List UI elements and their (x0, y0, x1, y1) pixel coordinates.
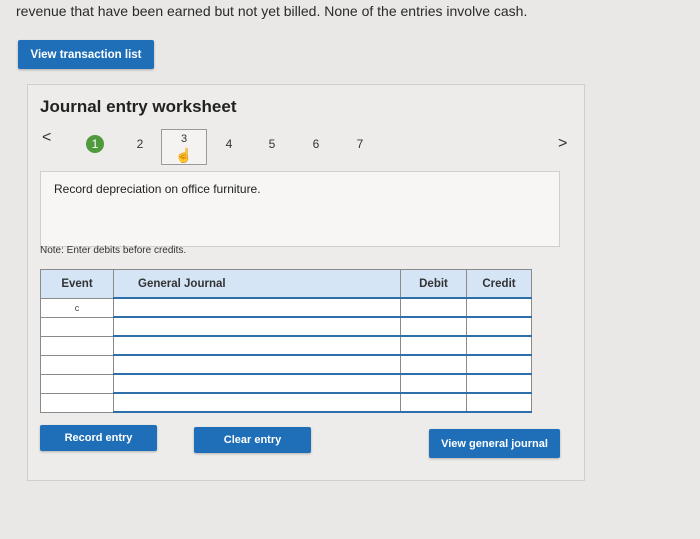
clear-entry-button[interactable]: Clear entry (194, 427, 311, 453)
debit-input[interactable] (400, 354, 467, 375)
hand-cursor-icon: ☝ (175, 147, 193, 163)
entry-description: Record depreciation on office furniture. (54, 182, 261, 196)
account-select[interactable] (113, 316, 401, 337)
record-entry-button[interactable]: Record entry (40, 425, 157, 451)
table-row (40, 392, 532, 413)
credit-input[interactable] (466, 373, 532, 394)
step-6[interactable]: 6 (307, 135, 325, 153)
debit-input[interactable] (400, 335, 467, 356)
event-cell (40, 335, 114, 356)
step-2[interactable]: 2 (131, 135, 149, 153)
worksheet-title: Journal entry worksheet (40, 97, 237, 116)
debit-input[interactable] (400, 392, 467, 413)
step-5[interactable]: 5 (263, 135, 281, 153)
credit-input[interactable] (466, 392, 532, 413)
account-select[interactable] (113, 297, 401, 318)
credit-header: Credit (466, 269, 532, 299)
instructions-text: revenue that have been earned but not ye… (16, 3, 528, 19)
account-select[interactable] (113, 392, 401, 413)
account-select[interactable] (113, 373, 401, 394)
event-header: Event (40, 269, 114, 299)
account-select[interactable] (113, 335, 401, 356)
table-row (40, 373, 532, 394)
step-4[interactable]: 4 (220, 135, 238, 153)
credit-input[interactable] (466, 335, 532, 356)
debit-input[interactable] (400, 373, 467, 394)
debit-header: Debit (400, 269, 467, 299)
debits-note: Note: Enter debits before credits. (40, 245, 187, 256)
event-cell (40, 354, 114, 375)
credit-input[interactable] (466, 354, 532, 375)
view-general-journal-button[interactable]: View general journal (429, 429, 560, 458)
previous-step-button[interactable]: < (42, 129, 51, 147)
entry-description-box: Record depreciation on office furniture. (40, 171, 560, 247)
event-cell (40, 392, 114, 413)
account-select[interactable] (113, 354, 401, 375)
table-row: c (40, 297, 532, 318)
table-row (40, 335, 532, 356)
event-cell: c (40, 297, 114, 318)
view-transaction-list-button[interactable]: View transaction list (18, 40, 154, 69)
step-1[interactable]: 1 (86, 135, 104, 153)
event-cell (40, 373, 114, 394)
journal-entry-worksheet-panel: Journal entry worksheet < 1 2 3 ☝ 4 5 6 … (27, 84, 585, 481)
debit-input[interactable] (400, 316, 467, 337)
next-step-button[interactable]: > (558, 135, 567, 153)
general-journal-header: General Journal (113, 269, 401, 299)
step-7[interactable]: 7 (351, 135, 369, 153)
table-row (40, 354, 532, 375)
debit-input[interactable] (400, 297, 467, 318)
event-cell (40, 316, 114, 337)
step-3-label: 3 (180, 133, 188, 145)
credit-input[interactable] (466, 297, 532, 318)
step-3-current[interactable]: 3 ☝ (161, 129, 207, 165)
table-row (40, 316, 532, 337)
journal-table: Event General Journal Debit Credit c (40, 269, 532, 413)
credit-input[interactable] (466, 316, 532, 337)
